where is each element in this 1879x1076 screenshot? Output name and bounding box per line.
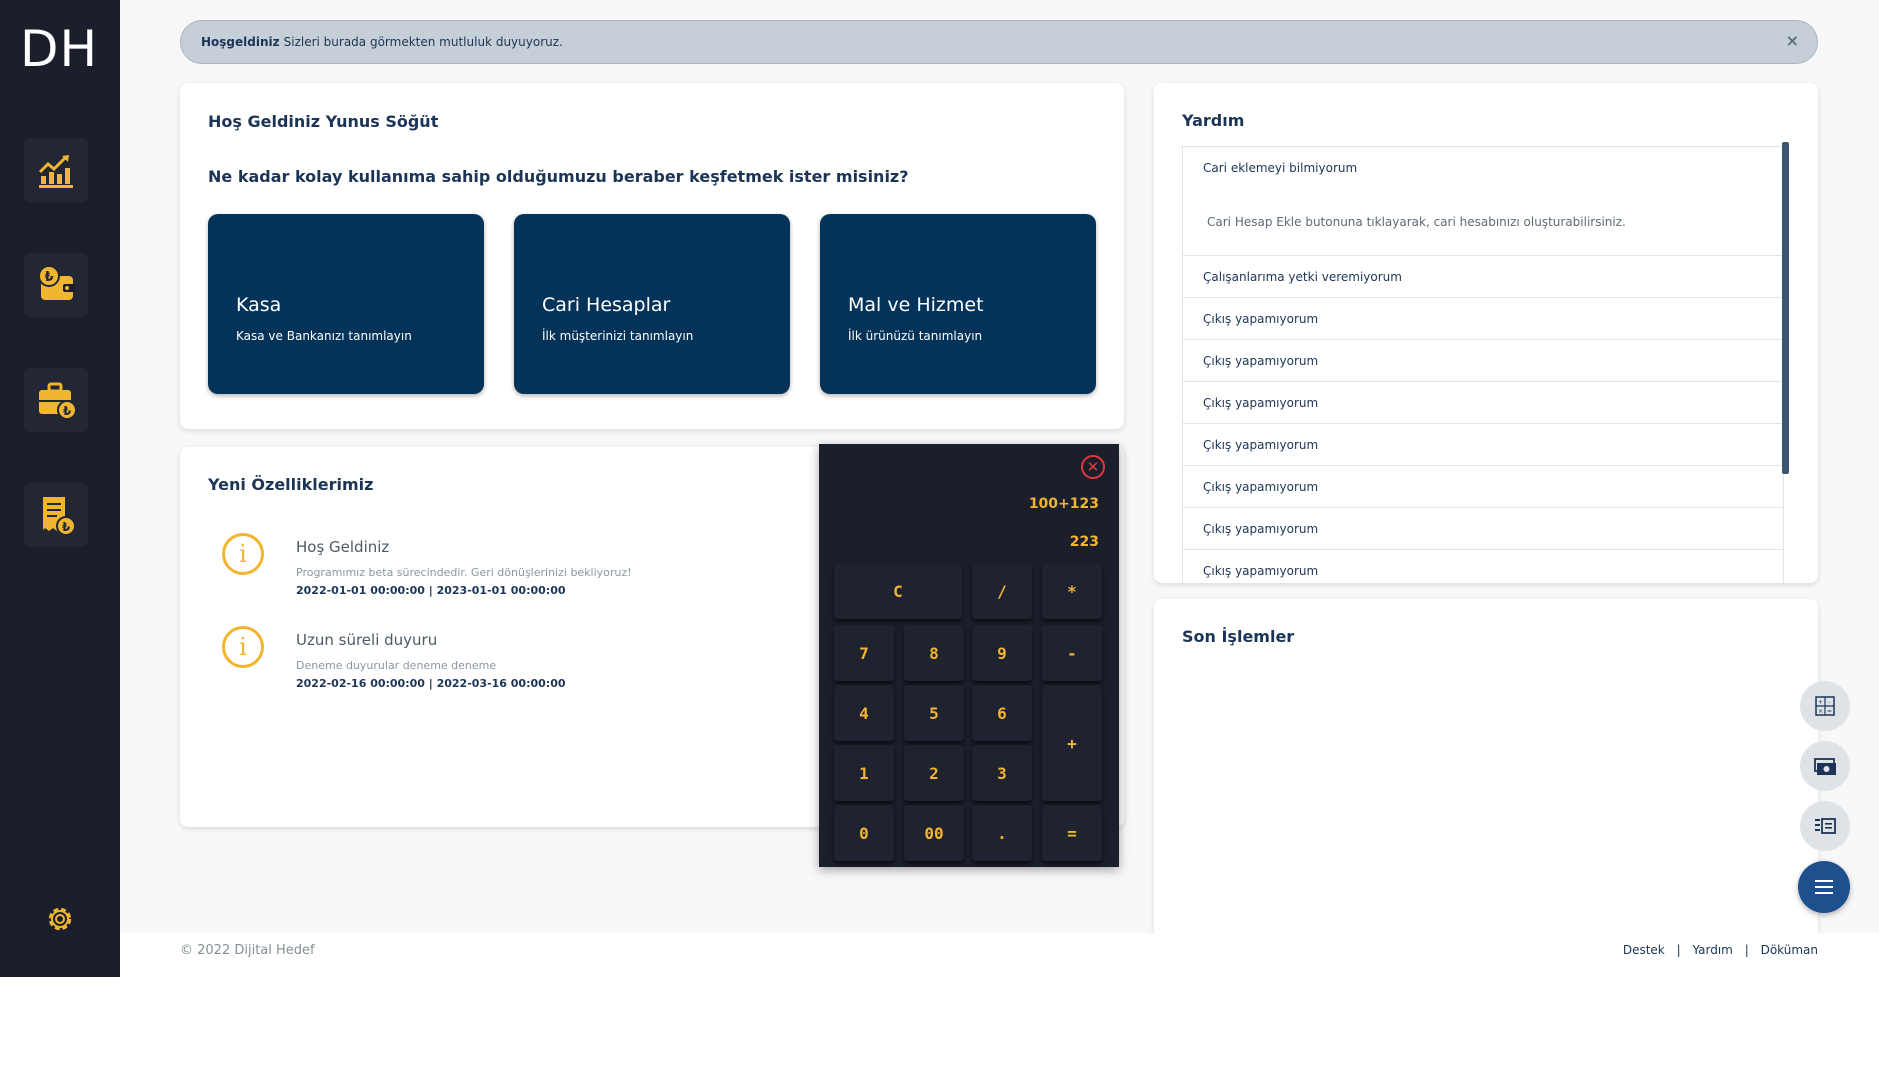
help-item[interactable]: Çalışanlarıma yetki veremiyorum — [1182, 256, 1784, 298]
tile-mal-ve-hizmet[interactable]: Mal ve Hizmet İlk ürünüzü tanımlayın — [820, 214, 1096, 394]
svg-text:₺: ₺ — [63, 404, 72, 418]
help-item[interactable]: Çıkış yapamıyorum — [1182, 550, 1784, 583]
info-icon: i — [222, 626, 264, 668]
sidebar-item-products[interactable]: ₺ — [24, 483, 88, 547]
list-fab[interactable] — [1800, 801, 1850, 851]
welcome-title: Hoş Geldiniz Yunus Söğüt — [208, 112, 439, 131]
help-title: Yardım — [1182, 111, 1245, 130]
svg-text:₺: ₺ — [62, 520, 71, 534]
help-scrollbar[interactable] — [1782, 142, 1789, 474]
help-item[interactable]: Çıkış yapamıyorum — [1182, 382, 1784, 424]
sidebar-item-reports[interactable] — [24, 138, 88, 202]
help-item[interactable]: Çıkış yapamıyorum — [1182, 466, 1784, 508]
sidebar-item-accounts[interactable]: ₺ — [24, 368, 88, 432]
help-list: Cari eklemeyi bilmiyorum Cari Hesap Ekle… — [1182, 146, 1784, 583]
svg-text:+: + — [1818, 699, 1823, 706]
feature-date: 2022-01-01 00:00:00 | 2023-01-01 00:00:0… — [296, 584, 566, 597]
calculator-panel: ✕ 100+123 223 C / * 7 8 9 - 4 5 6 + 1 2 … — [819, 444, 1119, 867]
help-item[interactable]: Cari eklemeyi bilmiyorum Cari Hesap Ekle… — [1182, 146, 1784, 256]
menu-fab[interactable] — [1798, 861, 1850, 913]
info-icon: i — [222, 533, 264, 575]
features-title: Yeni Özelliklerimiz — [208, 475, 374, 494]
recent-title: Son İşlemler — [1182, 627, 1295, 646]
calc-key-3[interactable]: 3 — [972, 745, 1032, 801]
feature-date: 2022-02-16 00:00:00 | 2022-03-16 00:00:0… — [296, 677, 566, 690]
calc-expression: 100+123 — [1028, 496, 1099, 512]
svg-text:₺: ₺ — [44, 270, 53, 285]
calculator-fab[interactable]: + - × = — [1800, 681, 1850, 731]
svg-text:-: - — [1828, 699, 1830, 706]
footer-link-destek[interactable]: Destek — [1623, 943, 1665, 957]
settings-button[interactable] — [43, 902, 77, 936]
app-logo[interactable]: DH — [20, 20, 98, 78]
list-icon — [1815, 818, 1836, 834]
help-item[interactable]: Çıkış yapamıyorum — [1182, 508, 1784, 550]
footer-separator: | — [1676, 943, 1681, 957]
menu-icon — [1815, 880, 1833, 894]
recent-card — [1154, 599, 1818, 939]
calc-key-2[interactable]: 2 — [904, 745, 964, 801]
feature-title: Hoş Geldiniz — [296, 538, 390, 556]
copyright: © 2022 Dijital Hedef — [180, 943, 315, 958]
calc-key-plus[interactable]: + — [1042, 685, 1102, 801]
footer-link-dokuman[interactable]: Döküman — [1761, 943, 1818, 957]
calc-key-4[interactable]: 4 — [834, 685, 894, 741]
help-answer: Cari Hesap Ekle butonuna tıklayarak, car… — [1207, 215, 1626, 229]
bar-chart-icon — [38, 155, 73, 188]
svg-text:×: × — [1818, 708, 1823, 715]
sidebar: DH ₺ ₺ ₺ — [0, 0, 120, 977]
footer-separator: | — [1744, 943, 1749, 957]
help-question: Cari eklemeyi bilmiyorum — [1203, 161, 1358, 175]
tile-subtitle: Kasa ve Bankanızı tanımlayın — [236, 329, 412, 343]
close-icon[interactable]: ✕ — [1081, 455, 1105, 479]
calc-key-5[interactable]: 5 — [904, 685, 964, 741]
calc-key-0[interactable]: 0 — [834, 805, 894, 861]
tile-title: Kasa — [236, 294, 282, 316]
calc-key-clear[interactable]: C — [834, 563, 962, 619]
calc-key-7[interactable]: 7 — [834, 625, 894, 681]
tile-title: Cari Hesaplar — [542, 294, 671, 316]
footer-links: Destek | Yardım | Döküman — [1623, 943, 1818, 957]
tile-title: Mal ve Hizmet — [848, 294, 984, 316]
calc-key-minus[interactable]: - — [1042, 625, 1102, 681]
calc-key-divide[interactable]: / — [972, 563, 1032, 619]
calc-key-1[interactable]: 1 — [834, 745, 894, 801]
gear-icon — [48, 907, 72, 931]
money-icon — [1814, 758, 1836, 775]
calc-key-equals[interactable]: = — [1042, 805, 1102, 861]
help-item[interactable]: Çıkış yapamıyorum — [1182, 298, 1784, 340]
tile-subtitle: İlk müşterinizi tanımlayın — [542, 329, 694, 343]
receipt-lira-icon: ₺ — [43, 497, 76, 536]
calc-result: 223 — [1069, 534, 1099, 550]
calc-key-00[interactable]: 00 — [904, 805, 964, 861]
calc-key-6[interactable]: 6 — [972, 685, 1032, 741]
tile-kasa[interactable]: Kasa Kasa ve Bankanızı tanımlayın — [208, 214, 484, 394]
wallet-lira-icon: ₺ — [38, 265, 75, 300]
feature-desc: Programımız beta sürecindedir. Geri dönü… — [296, 566, 632, 579]
footer-link-yardim[interactable]: Yardım — [1692, 943, 1732, 957]
footer: © 2022 Dijital Hedef Destek | Yardım | D… — [120, 933, 1879, 977]
welcome-question: Ne kadar kolay kullanıma sahip olduğumuz… — [208, 167, 909, 186]
briefcase-lira-icon: ₺ — [39, 382, 77, 420]
calc-key-9[interactable]: 9 — [972, 625, 1032, 681]
help-item[interactable]: Çıkış yapamıyorum — [1182, 340, 1784, 382]
tile-cari-hesaplar[interactable]: Cari Hesaplar İlk müşterinizi tanımlayın — [514, 214, 790, 394]
calc-key-8[interactable]: 8 — [904, 625, 964, 681]
calculator-icon: + - × = — [1815, 696, 1835, 716]
alert-text: Sizleri burada görmekten mutluluk duyuyo… — [283, 35, 563, 49]
calc-key-dot[interactable]: . — [972, 805, 1032, 861]
alert-strong: Hoşgeldiniz — [201, 35, 280, 49]
calc-key-multiply[interactable]: * — [1042, 563, 1102, 619]
sidebar-item-cash[interactable]: ₺ — [24, 253, 88, 317]
alert-close-button[interactable]: × — [1786, 31, 1799, 50]
money-fab[interactable] — [1800, 741, 1850, 791]
feature-desc: Deneme duyurular deneme deneme — [296, 659, 497, 672]
help-item[interactable]: Çıkış yapamıyorum — [1182, 424, 1784, 466]
tile-subtitle: İlk ürünüzü tanımlayın — [848, 329, 983, 343]
svg-text:=: = — [1827, 708, 1832, 715]
feature-title: Uzun süreli duyuru — [296, 631, 438, 649]
welcome-alert: Hoşgeldiniz Sizleri burada görmekten mut… — [180, 20, 1818, 64]
